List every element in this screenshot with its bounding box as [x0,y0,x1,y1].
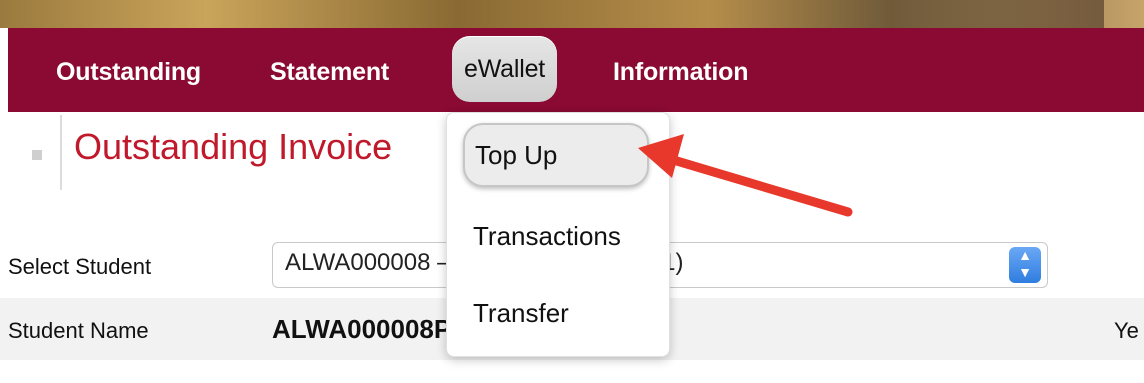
year-label: Ye [1114,318,1139,343]
page-title: Outstanding Invoice [74,126,393,167]
select-student-label: Select Student [8,254,152,279]
main-nav-bar: Outstanding Statement eWallet Informatio… [8,28,1144,112]
header-banner-image [0,0,1144,28]
nav-item-information[interactable]: Information [613,58,748,87]
menu-item-transfer[interactable]: Transfer [473,298,569,329]
chevron-up-down-icon[interactable]: ▲ ▼ [1009,247,1041,283]
title-divider [60,115,62,190]
nav-item-statement[interactable]: Statement [270,58,389,87]
nav-item-ewallet[interactable]: eWallet [452,36,558,102]
red-arrow-icon [638,134,853,217]
section-bullet [32,150,42,160]
nav-item-outstanding[interactable]: Outstanding [56,58,201,87]
student-name-label: Student Name [8,318,149,343]
menu-item-transactions[interactable]: Transactions [473,221,621,252]
